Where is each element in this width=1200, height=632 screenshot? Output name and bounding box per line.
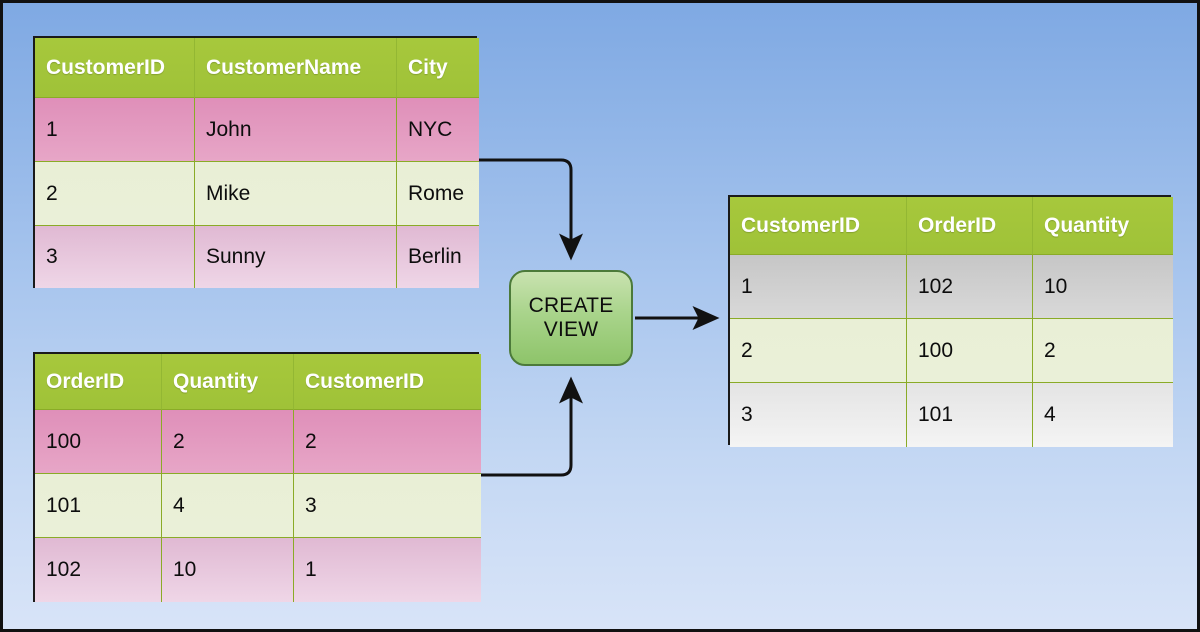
customers-header-cell: CustomerID — [35, 38, 195, 98]
table-cell: 1 — [294, 538, 481, 602]
table-cell: 2 — [35, 162, 195, 226]
customers-header-cell: City — [397, 38, 479, 98]
table-cell: Rome — [397, 162, 479, 226]
view-header-cell: OrderID — [907, 197, 1033, 255]
table-cell: Berlin — [397, 226, 479, 288]
orders-header-cell: CustomerID — [294, 354, 481, 410]
orders-table: OrderID Quantity CustomerID 100 2 2 101 … — [33, 352, 481, 602]
table-cell: NYC — [397, 98, 479, 162]
create-view-label-line1: CREATE — [528, 293, 614, 317]
table-cell: John — [195, 98, 397, 162]
customers-table: CustomerID CustomerName City 1 John NYC … — [33, 36, 479, 288]
table-cell: 2 — [294, 410, 481, 474]
diagram-canvas: CustomerID CustomerName City 1 John NYC … — [0, 0, 1200, 632]
create-view-label-line2: VIEW — [543, 318, 599, 341]
table-cell: 1 — [35, 98, 195, 162]
customers-header-cell: CustomerName — [195, 38, 397, 98]
view-result-table: CustomerID OrderID Quantity 1 102 10 2 1… — [728, 195, 1173, 447]
view-header-cell: CustomerID — [730, 197, 907, 255]
table-cell: 102 — [907, 255, 1033, 319]
table-cell: Mike — [195, 162, 397, 226]
table-cell: 2 — [730, 319, 907, 383]
table-cell: 10 — [162, 538, 294, 602]
table-cell: 2 — [162, 410, 294, 474]
connector-orders-to-view — [479, 376, 583, 477]
table-cell: 102 — [35, 538, 162, 602]
table-cell: 4 — [1033, 383, 1173, 447]
view-header-cell: Quantity — [1033, 197, 1173, 255]
connector-customers-to-view — [477, 158, 583, 261]
table-cell: 100 — [35, 410, 162, 474]
table-cell: 1 — [730, 255, 907, 319]
orders-header-cell: OrderID — [35, 354, 162, 410]
table-cell: 100 — [907, 319, 1033, 383]
table-cell: Sunny — [195, 226, 397, 288]
table-cell: 4 — [162, 474, 294, 538]
table-cell: 10 — [1033, 255, 1173, 319]
table-cell: 101 — [907, 383, 1033, 447]
table-cell: 3 — [730, 383, 907, 447]
orders-header-cell: Quantity — [162, 354, 294, 410]
table-cell: 2 — [1033, 319, 1173, 383]
table-cell: 3 — [294, 474, 481, 538]
table-cell: 3 — [35, 226, 195, 288]
table-cell: 101 — [35, 474, 162, 538]
create-view-node[interactable]: CREATE VIEW — [509, 270, 633, 366]
